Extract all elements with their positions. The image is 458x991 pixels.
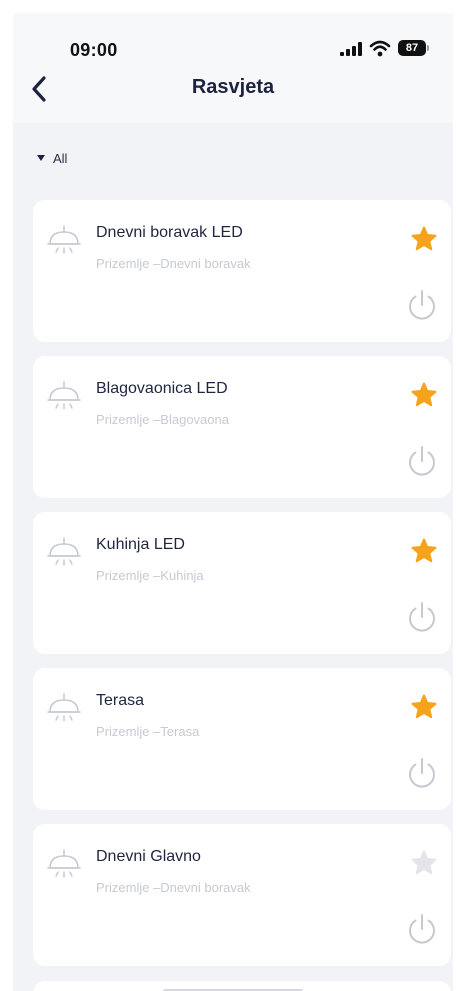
ceiling-lamp-icon xyxy=(47,849,81,878)
power-icon[interactable] xyxy=(405,912,439,946)
device-location: Prizemlje –Blagovaona xyxy=(96,412,229,427)
device-location: Prizemlje –Terasa xyxy=(96,724,200,739)
battery-icon: 87 xyxy=(398,40,426,56)
status-time: 09:00 xyxy=(70,40,118,60)
device-name: Kuhinja LED xyxy=(96,536,185,553)
device-location: Prizemlje –Dnevni boravak xyxy=(96,256,251,271)
power-icon[interactable] xyxy=(405,600,439,634)
device-card[interactable]: Kuhinja LED Prizemlje –Kuhinja xyxy=(33,512,451,654)
power-icon[interactable] xyxy=(405,288,439,322)
battery-level: 87 xyxy=(405,42,419,54)
device-card[interactable]: Dnevni boravak LED Prizemlje –Dnevni bor… xyxy=(33,200,451,342)
device-name: Terasa xyxy=(96,692,145,709)
filter-dropdown[interactable]: All xyxy=(37,149,67,167)
wifi-icon xyxy=(369,40,391,57)
ceiling-lamp-icon xyxy=(47,381,81,410)
page-title: Rasvjeta xyxy=(191,76,275,98)
device-location: Prizemlje –Kuhinja xyxy=(96,568,204,583)
device-name: Blagovaonica LED xyxy=(96,380,228,397)
ceiling-lamp-icon xyxy=(47,225,81,254)
star-icon[interactable] xyxy=(410,693,438,721)
caret-down-icon xyxy=(37,155,45,161)
device-card[interactable]: Blagovaonica LED Prizemlje –Blagovaona xyxy=(33,356,451,498)
filter-label: All xyxy=(53,150,68,166)
ceiling-lamp-icon xyxy=(47,693,81,722)
star-icon[interactable] xyxy=(410,381,438,409)
star-icon[interactable] xyxy=(410,849,438,877)
app-screen: 09:00 87 Rasvjeta All Dnevni boravak LED… xyxy=(13,13,453,991)
ceiling-lamp-icon xyxy=(47,537,81,566)
signal-icon xyxy=(340,42,362,56)
battery-tip xyxy=(427,45,429,51)
power-icon[interactable] xyxy=(405,444,439,478)
power-icon[interactable] xyxy=(405,756,439,790)
device-name: Dnevni boravak LED xyxy=(96,224,243,241)
device-card[interactable]: Dnevni Glavno Prizemlje –Dnevni boravak xyxy=(33,824,451,966)
device-location: Prizemlje –Dnevni boravak xyxy=(96,880,251,895)
star-icon[interactable] xyxy=(410,537,438,565)
star-icon[interactable] xyxy=(410,225,438,253)
device-name: Dnevni Glavno xyxy=(96,848,201,865)
device-card[interactable]: Terasa Prizemlje –Terasa xyxy=(33,668,451,810)
top-bar: 09:00 87 Rasvjeta xyxy=(13,13,453,123)
